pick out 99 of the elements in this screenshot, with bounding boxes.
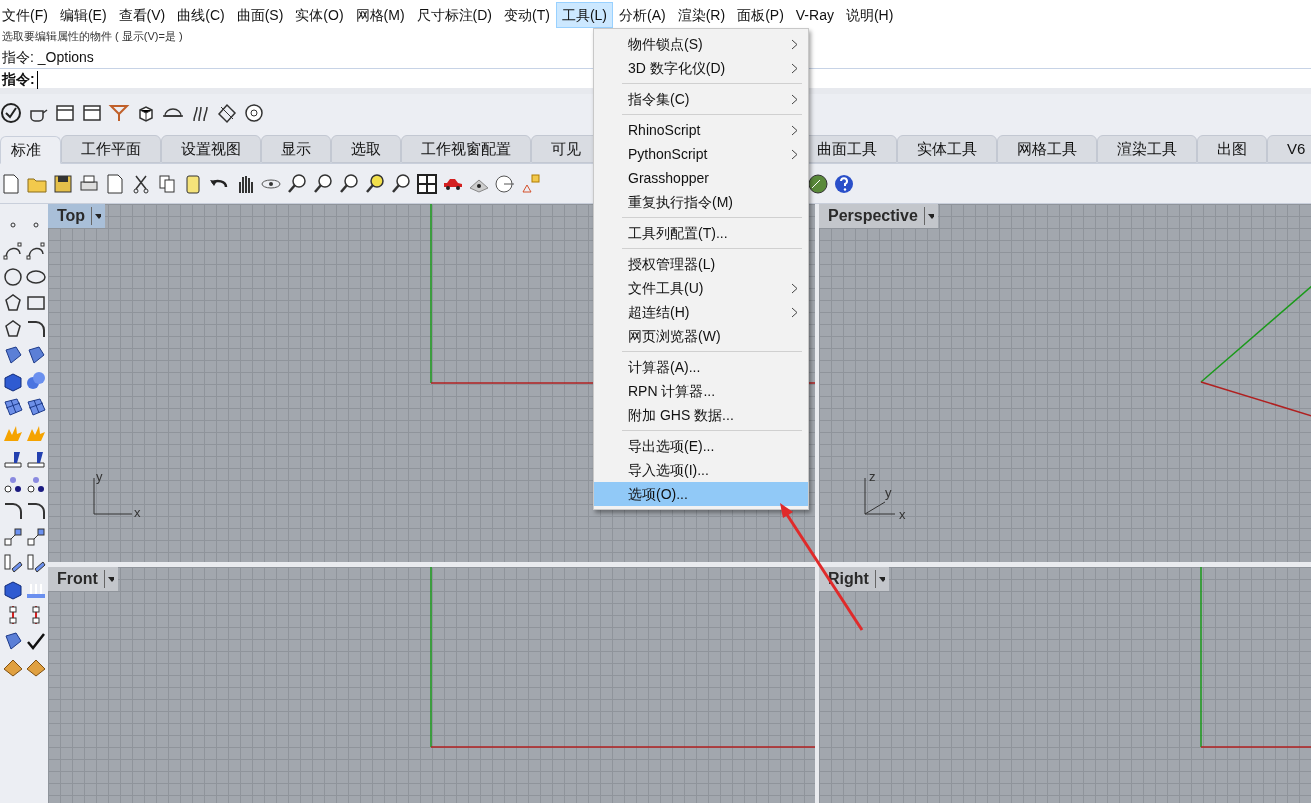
funnel-icon[interactable]	[108, 102, 130, 124]
menu-option[interactable]: 计算器(A)...	[594, 355, 808, 379]
menu-item[interactable]: 网格(M)	[349, 2, 411, 28]
window-icon[interactable]	[81, 102, 103, 124]
chevron-right-icon	[791, 148, 798, 160]
toolbar-tab[interactable]: 工作平面	[61, 135, 161, 163]
menu-item[interactable]: V-Ray	[789, 2, 840, 28]
menu-item[interactable]: 面板(P)	[731, 2, 790, 28]
menu-item[interactable]: 分析(A)	[613, 2, 672, 28]
menu-option[interactable]: 指令集(C)	[594, 87, 808, 111]
toolbar-tab[interactable]: 网格工具	[997, 135, 1097, 163]
zoom-icon[interactable]	[286, 172, 308, 195]
curve-icon[interactable]	[2, 240, 24, 262]
help-icon[interactable]	[833, 172, 855, 195]
zoom-icon[interactable]	[390, 172, 412, 195]
arc-icon[interactable]	[25, 318, 47, 340]
polygon-icon[interactable]	[2, 318, 24, 340]
chevron-right-icon	[791, 38, 798, 50]
axis-label: x	[899, 508, 906, 522]
spheres-icon[interactable]	[25, 370, 47, 392]
menu-option[interactable]: 物件锁点(S)	[594, 32, 808, 56]
viewport-title[interactable]: Top	[48, 204, 106, 228]
axis-lines	[92, 476, 134, 516]
axis-label: z	[869, 470, 876, 484]
chevron-right-icon	[791, 62, 798, 74]
menu-option[interactable]: 导出选项(E)...	[594, 434, 808, 458]
zoom-icon[interactable]	[338, 172, 360, 195]
dots-icon[interactable]	[2, 474, 24, 496]
axis-label: y	[96, 470, 103, 484]
toolbar-tab[interactable]: 渲染工具	[1097, 135, 1197, 163]
command-history-line: 选取要编辑属性的物件 ( 显示(V)=是 )	[2, 30, 184, 42]
globe-icon[interactable]	[807, 172, 829, 195]
toolbar-tab[interactable]: 出图	[1197, 135, 1267, 163]
mesh-icon[interactable]	[2, 396, 24, 418]
command-prompt: 指令:	[2, 70, 35, 89]
menu-option[interactable]: 附加 GHS 数据...	[594, 403, 808, 427]
toolbar-tab[interactable]: 显示	[261, 135, 331, 163]
polygon-icon[interactable]	[2, 292, 24, 314]
menu-item[interactable]: 尺寸标注(D)	[410, 2, 498, 28]
menu-item[interactable]: 编辑(E)	[53, 2, 113, 28]
toolbar-tab[interactable]: 选取	[331, 135, 401, 163]
menu-item[interactable]: 渲染(R)	[671, 2, 732, 28]
viewport-title[interactable]: Front	[48, 567, 118, 591]
scale-icon[interactable]	[25, 526, 47, 548]
dots-icon[interactable]	[25, 474, 47, 496]
check-circle-icon[interactable]	[0, 102, 22, 124]
surface-icon[interactable]	[25, 344, 47, 366]
viewport[interactable]: Perspective z y x	[819, 204, 1311, 562]
mesh-icon[interactable]	[25, 396, 47, 418]
chevron-right-icon	[791, 306, 798, 318]
menu-option[interactable]: 超连结(H)	[594, 300, 808, 324]
toolbar-tab[interactable]: 标准	[0, 136, 61, 164]
caret-icon[interactable]	[923, 207, 934, 225]
menu-option[interactable]: 导入选项(I)...	[594, 458, 808, 482]
caret-icon[interactable]	[91, 207, 102, 225]
menu-item[interactable]: 变动(T)	[498, 2, 556, 28]
toolbar-tab[interactable]: 工作视窗配置	[401, 135, 531, 163]
surface-icon[interactable]	[2, 344, 24, 366]
zoom-icon[interactable]	[364, 172, 386, 195]
menu-option[interactable]: RPN 计算器...	[594, 379, 808, 403]
caret-icon[interactable]	[103, 570, 114, 588]
menu-item[interactable]: 文件(F)	[0, 2, 54, 28]
four-panes-icon[interactable]	[416, 172, 438, 195]
menu-option[interactable]: 文件工具(U)	[594, 276, 808, 300]
page-icon[interactable]	[0, 172, 22, 195]
surface-icon[interactable]	[2, 630, 24, 652]
viewport-title[interactable]: Perspective	[819, 204, 938, 228]
axis-label: y	[885, 486, 892, 500]
menu-option[interactable]: Grasshopper	[594, 166, 808, 190]
menu-option[interactable]: 网页浏览器(W)	[594, 324, 808, 348]
arc-icon[interactable]	[25, 500, 47, 522]
curve-icon[interactable]	[25, 240, 47, 262]
caret-icon[interactable]	[874, 570, 885, 588]
menu-item[interactable]: 查看(V)	[112, 2, 172, 28]
viewport[interactable]: Front	[48, 567, 815, 803]
menu-item[interactable]: 曲面(S)	[230, 2, 290, 28]
menu-item[interactable]: 工具(L)	[555, 2, 613, 28]
menu-option[interactable]: 授权管理器(L)	[594, 252, 808, 276]
zoom-icon[interactable]	[312, 172, 334, 195]
window-icon[interactable]	[54, 102, 76, 124]
chevron-right-icon	[791, 282, 798, 294]
scale-icon[interactable]	[2, 526, 24, 548]
toolbar-tab[interactable]: V6	[1267, 135, 1311, 163]
chevron-right-icon	[791, 93, 798, 105]
toolbar-tab[interactable]: 实体工具	[897, 135, 997, 163]
menu-item[interactable]: 曲线(C)	[171, 2, 231, 28]
menu-option[interactable]: 3D 数字化仪(D)	[594, 56, 808, 80]
arc-icon[interactable]	[2, 500, 24, 522]
menu-item[interactable]: 说明(H)	[839, 2, 900, 28]
axis-label: x	[134, 506, 141, 520]
menu-item[interactable]: 实体(O)	[289, 2, 350, 28]
viewport[interactable]: Right	[819, 567, 1311, 803]
copy-icon[interactable]	[156, 172, 178, 195]
menu-option[interactable]: 选项(O)...	[594, 482, 808, 506]
circle-icon[interactable]	[2, 266, 24, 288]
toolbar-tab[interactable]: 设置视图	[161, 135, 261, 163]
menu-option[interactable]: 工具列配置(T)...	[594, 221, 808, 245]
viewport-title[interactable]: Right	[819, 567, 889, 591]
chevron-right-icon	[791, 124, 798, 136]
